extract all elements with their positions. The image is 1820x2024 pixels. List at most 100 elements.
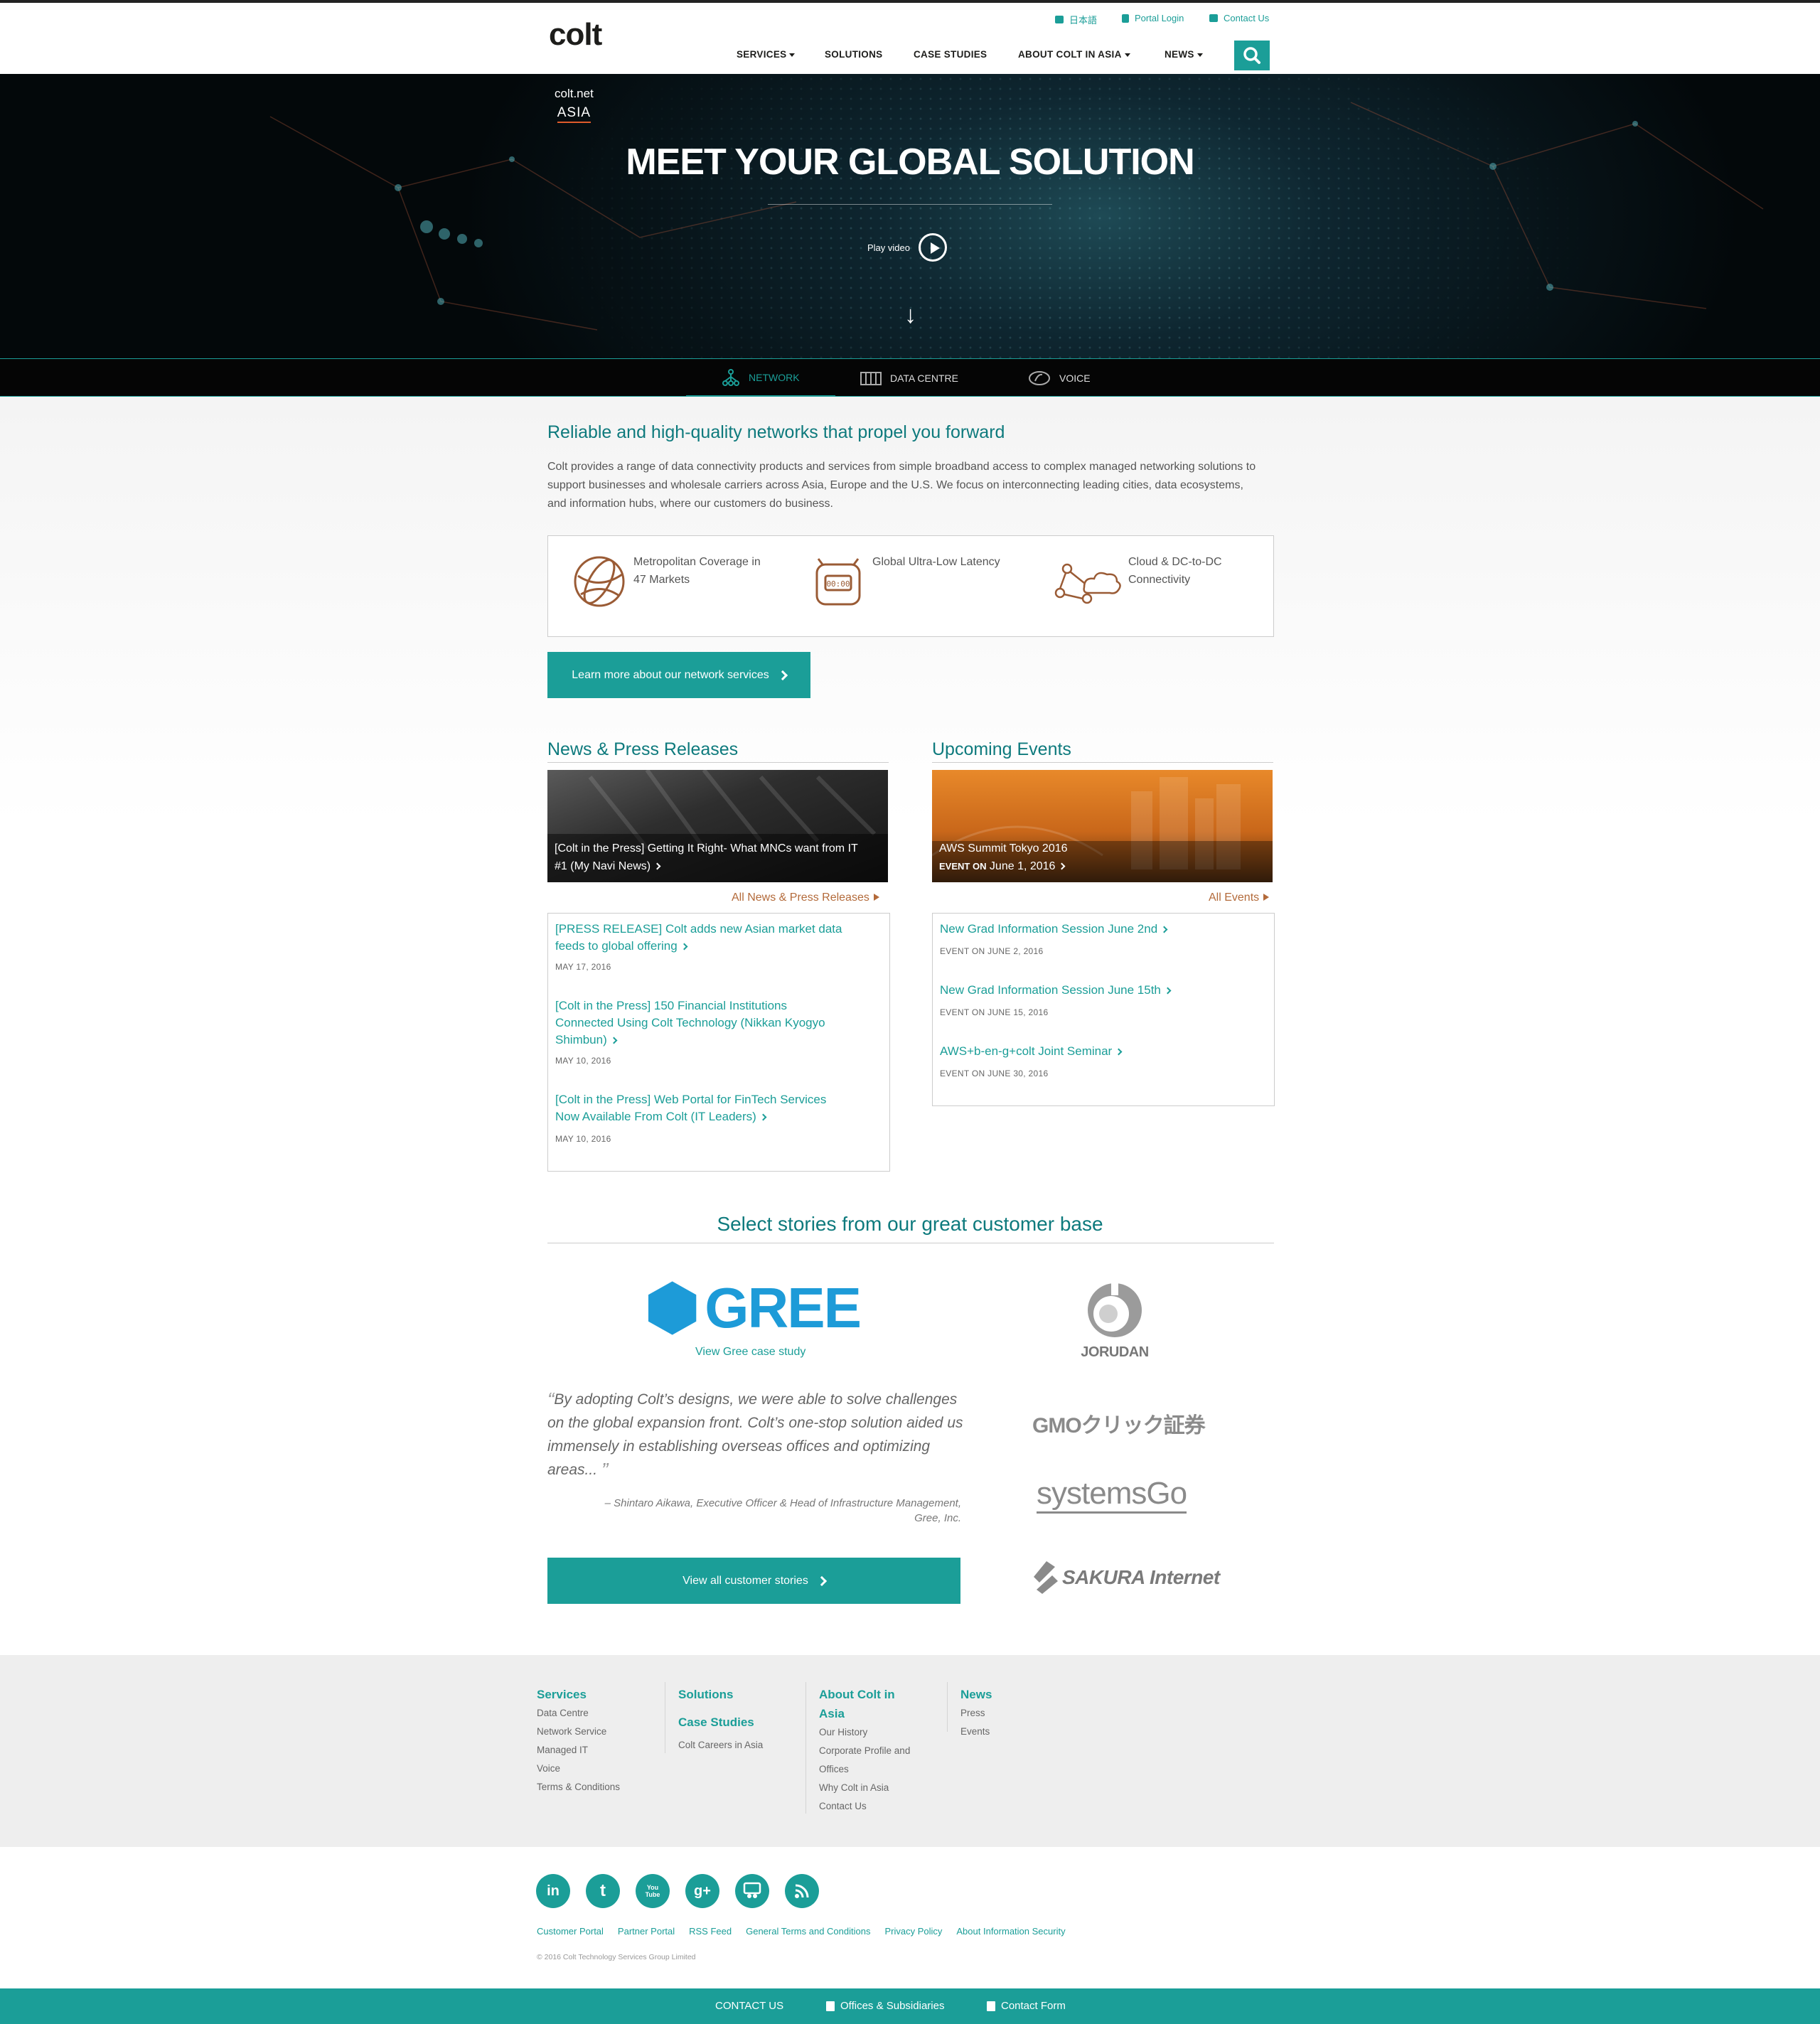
feature-coverage: Metropolitan Coverage in 47 Markets [633,553,761,589]
tab-data-centre[interactable]: DATA CENTRE [860,359,958,397]
nav-case-studies[interactable]: CASE STUDIES [914,49,987,60]
events-divider [932,762,1273,763]
footer-link-corporate-profile[interactable]: Corporate Profile and [819,1742,910,1760]
hero-divider [768,204,1052,205]
events-featured-title: AWS Summit Tokyo 2016 [939,842,1068,855]
footer-link-press[interactable]: Press [960,1704,992,1723]
nav-about-label: ABOUT COLT IN ASIA [1018,49,1122,60]
sakura-internet-logo[interactable]: SAKURA Internet [1031,1561,1220,1594]
footer-link-voice[interactable]: Voice [537,1760,620,1778]
tab-voice[interactable]: VOICE [1028,359,1091,397]
site-header: colt 日本語 Portal Login Contact Us SERVICE… [0,3,1820,74]
chevron-down-icon [1124,53,1130,57]
events-featured-card[interactable]: AWS Summit Tokyo 2016 EVENT ON June 1, 2… [932,770,1273,882]
linkedin-icon[interactable]: in [536,1874,570,1908]
contact-form-link[interactable]: Contact Form [987,2000,1066,2012]
rss-icon[interactable] [785,1874,819,1908]
news-item-3[interactable]: [Colt in the Press] Web Portal for FinTe… [555,1091,826,1125]
news-item-1-line1: [PRESS RELEASE] Colt adds new Asian mark… [555,922,842,936]
all-events-link[interactable]: All Events [1209,891,1270,904]
chevron-down-icon [1197,53,1203,57]
footer-link-why-colt[interactable]: Why Colt in Asia [819,1779,910,1797]
privacy-policy-link[interactable]: Privacy Policy [884,1926,942,1937]
news-item-2-date: MAY 10, 2016 [555,1056,611,1066]
footer-link-contact-us[interactable]: Contact Us [819,1797,910,1816]
jorudan-logo[interactable]: JORUDAN [1066,1280,1163,1361]
events-list: New Grad Information Session June 2nd EV… [932,913,1275,1106]
language-switch[interactable]: 日本語 [1055,13,1097,26]
footer-link-offices[interactable]: Offices [819,1760,910,1779]
footer-link-data-centre[interactable]: Data Centre [537,1704,620,1723]
rss-feed-link[interactable]: RSS Feed [689,1926,732,1937]
events-heading: Upcoming Events [932,739,1071,759]
nav-services[interactable]: SERVICES [737,49,796,60]
footer-solutions-heading[interactable]: Solutions [678,1685,763,1704]
footer-separator [805,1682,806,1814]
all-news-link[interactable]: All News & Press Releases [732,891,879,904]
twitter-icon[interactable]: t [586,1874,620,1908]
hero-banner: colt.net ASIA MEET YOUR GLOBAL SOLUTION … [0,74,1820,358]
news-item-1-date: MAY 17, 2016 [555,962,611,972]
contact-us-link[interactable]: Contact Us [1209,13,1269,23]
play-icon [918,233,947,262]
event-item-1-date: EVENT ON JUNE 2, 2016 [940,946,1044,956]
nav-solutions-label: SOLUTIONS [825,49,883,60]
footer-link-managed-it[interactable]: Managed IT [537,1741,620,1760]
footer-about-heading-line2[interactable]: Asia [819,1704,910,1723]
gmo-click-logo[interactable]: GMOクリック証券 [1032,1408,1206,1439]
search-button[interactable] [1234,41,1270,70]
events-featured-date: June 1, 2016 [989,860,1056,872]
event-item-3[interactable]: AWS+b-en-g+colt Joint Seminar [940,1043,1123,1060]
general-terms-link[interactable]: General Terms and Conditions [746,1926,870,1937]
customer-portal-link[interactable]: Customer Portal [537,1926,604,1937]
google-plus-icon[interactable]: g+ [685,1874,719,1908]
footer-case-studies-heading[interactable]: Case Studies [678,1713,763,1732]
arrow-down-icon[interactable]: ↓ [904,301,916,329]
portal-login-link[interactable]: Portal Login [1122,13,1184,23]
quote-close-icon: ” [601,1459,609,1481]
news-item-1[interactable]: [PRESS RELEASE] Colt adds new Asian mark… [555,921,842,955]
learn-network-button[interactable]: Learn more about our network services [547,652,810,698]
nav-solutions[interactable]: SOLUTIONS [825,49,882,60]
play-video-button[interactable]: Play video [867,233,947,262]
news-featured-card[interactable]: [Colt in the Press] Getting It Right- Wh… [547,770,888,882]
tab-network[interactable]: NETWORK [686,359,835,397]
news-list: [PRESS RELEASE] Colt adds new Asian mark… [547,913,890,1172]
tab-voice-label: VOICE [1059,373,1091,384]
network-heading: Reliable and high-quality networks that … [547,422,1005,442]
hero-title: MEET YOUR GLOBAL SOLUTION [626,141,1194,183]
brand-line-1: colt.net [555,87,594,100]
footer-link-terms[interactable]: Terms & Conditions [537,1778,620,1797]
nav-about[interactable]: ABOUT COLT IN ASIA [1018,49,1130,60]
systemsgo-logo[interactable]: systemsGo [1037,1476,1187,1514]
gree-logo[interactable]: GREE [647,1280,862,1337]
offices-subsidiaries-link[interactable]: Offices & Subsidiaries [826,2000,944,2012]
footer-bottom-links: Customer Portal Partner Portal RSS Feed … [537,1926,1066,1937]
contact-us-bar-label[interactable]: CONTACT US [715,2000,783,2012]
news-item-2[interactable]: [Colt in the Press] 150 Financial Instit… [555,997,825,1049]
customers-heading: Select stories from our great customer b… [717,1213,1103,1235]
slideshare-icon[interactable] [735,1874,769,1908]
information-security-link[interactable]: About Information Security [956,1926,1065,1937]
event-item-1[interactable]: New Grad Information Session June 2nd [940,921,1168,938]
footer-news-heading[interactable]: News [960,1685,992,1704]
footer-services-heading[interactable]: Services [537,1685,620,1704]
footer-link-careers[interactable]: Colt Careers in Asia [678,1736,763,1755]
quote-author: – Shintaro Aikawa, Executive Officer & H… [547,1496,961,1526]
footer-link-our-history[interactable]: Our History [819,1723,910,1742]
youtube-icon[interactable]: You Tube [636,1874,670,1908]
event-item-2-title: New Grad Information Session June 15th [940,983,1161,997]
customer-quote: “By adopting Colt’s designs, we were abl… [547,1388,967,1482]
footer-about-heading-line1[interactable]: About Colt in [819,1685,910,1704]
news-featured-line1: [Colt in the Press] Getting It Right- Wh… [555,842,858,855]
footer-link-events[interactable]: Events [960,1723,992,1741]
footer-link-network-service[interactable]: Network Service [537,1723,620,1741]
event-item-2[interactable]: New Grad Information Session June 15th [940,982,1172,999]
partner-portal-link[interactable]: Partner Portal [618,1926,675,1937]
colt-logo[interactable]: colt [549,17,602,53]
network-intro: Colt provides a range of data connectivi… [547,461,1256,510]
gree-case-link[interactable]: View Gree case study [695,1346,805,1359]
event-item-2-date: EVENT ON JUNE 15, 2016 [940,1007,1049,1017]
view-all-stories-button[interactable]: View all customer stories [547,1558,960,1604]
nav-news[interactable]: NEWS [1165,49,1203,60]
